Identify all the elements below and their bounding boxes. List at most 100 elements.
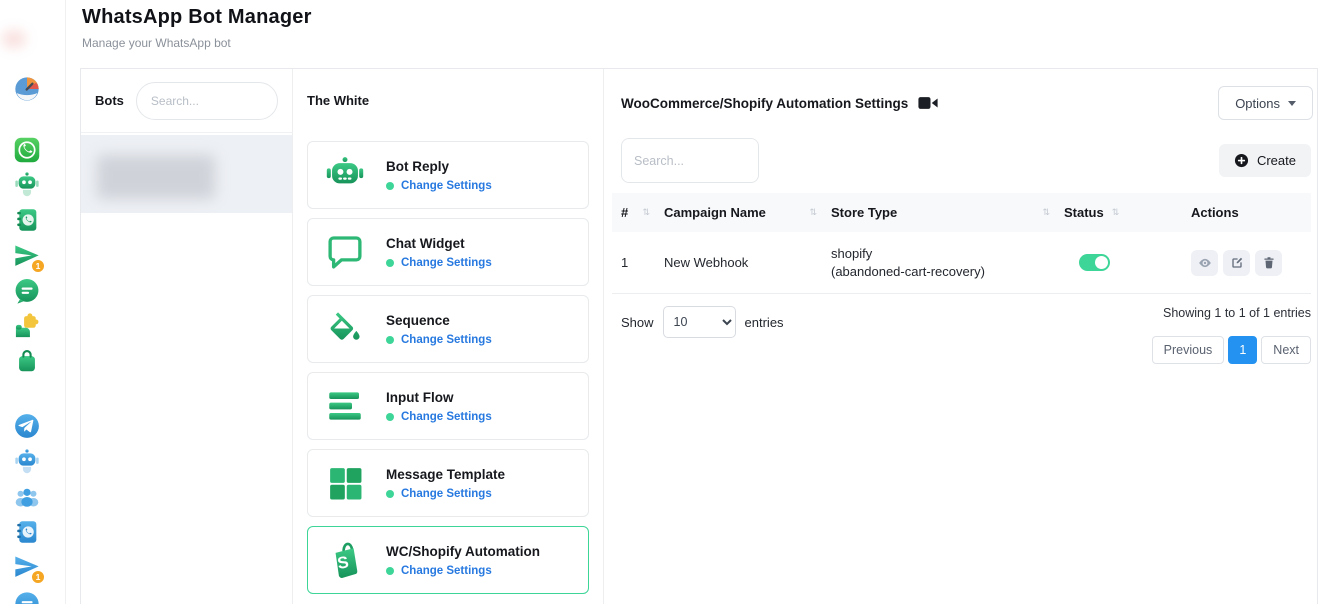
bots-label: Bots [95,93,124,108]
view-button[interactable] [1191,250,1218,276]
previous-page-button[interactable]: Previous [1152,336,1225,364]
whatsapp-icon[interactable] [13,136,41,164]
sort-icon[interactable]: ⇅ [1112,207,1120,218]
status-dot [386,413,394,421]
edit-button[interactable] [1223,250,1250,276]
change-settings-link[interactable]: Change Settings [401,488,492,500]
change-settings-link[interactable]: Change Settings [401,411,492,423]
status-dot [386,182,394,190]
eye-icon [1198,256,1212,270]
notification-badge: 1 [31,259,45,273]
bots-column: Bots [81,69,292,604]
status-dot [386,567,394,575]
table-row: 1 New Webhook shopify (abandoned-cart-re… [612,232,1311,294]
row-number: 1 [621,255,664,270]
results-summary: Showing 1 to 1 of 1 entries [1163,306,1311,320]
plus-circle-icon [1234,153,1249,168]
chevron-down-icon [1288,101,1296,106]
card-text: Message Template Change Settings [386,467,505,500]
bot-list-item-selected[interactable] [81,135,292,213]
column-header-num[interactable]: # ⇅ [621,205,664,220]
card-text: Input Flow Change Settings [386,390,492,423]
trash-icon [1262,256,1276,270]
page-size-control: Show 10 entries [621,306,784,338]
column-header-actions: Actions [1191,205,1311,220]
bots-search-input[interactable] [136,82,278,120]
column-header-campaign-name[interactable]: Campaign Name ⇅ [664,205,831,220]
app-icon-rail: 1 [0,0,66,604]
whatsapp-integrations-icon[interactable] [13,312,41,340]
telegram-icon[interactable] [13,412,41,440]
card-title: Chat Widget [386,236,492,251]
card-message-template[interactable]: Message Template Change Settings [307,449,589,517]
sort-icon[interactable]: ⇅ [1042,207,1050,218]
telegram-group-icon[interactable] [13,483,41,511]
automation-settings-column: WooCommerce/Shopify Automation Settings … [604,69,1319,604]
current-page-button[interactable]: 1 [1228,336,1257,364]
page-title: WhatsApp Bot Manager [82,6,312,29]
change-settings-link[interactable]: Change Settings [401,180,492,192]
options-label: Options [1235,96,1280,111]
card-wc-shopify-automation[interactable]: S WC/Shopify Automation Change Settings [307,526,589,594]
toggle-knob [1095,256,1108,269]
sequence-paint-bucket-icon [322,306,368,352]
video-tutorial-icon[interactable] [918,96,938,110]
telegram-bot-icon[interactable] [13,447,41,475]
store-type-cell: shopify (abandoned-cart-recovery) [831,245,1064,280]
edit-icon [1230,256,1244,270]
column-header-status[interactable]: Status ⇅ [1064,205,1191,220]
card-title: Input Flow [386,390,492,405]
show-label: Show [621,315,654,330]
whatsapp-broadcast-icon[interactable]: 1 [13,242,41,270]
chat-widget-bubble-icon [322,229,368,275]
status-toggle-on[interactable] [1079,254,1110,271]
pagination: Previous 1 Next [1152,336,1311,364]
card-title: Sequence [386,313,492,328]
telegram-broadcast-icon[interactable]: 1 [13,553,41,581]
dashboard-gauge-icon[interactable] [13,75,41,103]
delete-button[interactable] [1255,250,1282,276]
page-size-select[interactable]: 10 [663,306,736,338]
column-header-store-type[interactable]: Store Type ⇅ [831,205,1064,220]
card-input-flow[interactable]: Input Flow Change Settings [307,372,589,440]
whatsapp-chat-icon[interactable] [13,277,41,305]
card-text: Chat Widget Change Settings [386,236,492,269]
card-title: Bot Reply [386,159,492,174]
whatsapp-bot-icon[interactable] [13,170,41,198]
sort-icon[interactable]: ⇅ [642,207,650,218]
bot-reply-robot-icon [322,152,368,198]
bot-settings-column: The White Bot Reply [292,69,604,604]
partial-icon [2,30,26,48]
options-button[interactable]: Options [1218,86,1313,120]
entries-label: entries [745,315,784,330]
change-settings-link[interactable]: Change Settings [401,257,492,269]
card-bot-reply[interactable]: Bot Reply Change Settings [307,141,589,209]
automation-table: # ⇅ Campaign Name ⇅ Store Type ⇅ Status … [612,193,1311,294]
settings-card-list: Bot Reply Change Settings Chat Widget [307,141,589,594]
card-sequence[interactable]: Sequence Change Settings [307,295,589,363]
automation-search-input[interactable] [621,138,759,183]
card-text: Bot Reply Change Settings [386,159,492,192]
change-settings-link[interactable]: Change Settings [401,565,492,577]
bots-header: Bots [81,69,292,133]
telegram-contacts-icon[interactable] [13,518,41,546]
status-dot [386,490,394,498]
whatsapp-contacts-icon[interactable] [13,206,41,234]
telegram-chat-icon[interactable] [13,590,41,604]
next-page-button[interactable]: Next [1261,336,1311,364]
card-text: Sequence Change Settings [386,313,492,346]
card-chat-widget[interactable]: Chat Widget Change Settings [307,218,589,286]
bot-list-item-blurred-name [97,155,215,199]
status-cell [1064,254,1191,271]
page-header: WhatsApp Bot Manager Manage your WhatsAp… [82,6,312,50]
whatsapp-store-icon[interactable] [13,347,41,375]
sort-icon[interactable]: ⇅ [809,207,817,218]
bot-name-title: The White [307,93,589,108]
card-text: WC/Shopify Automation Change Settings [386,544,540,577]
create-button[interactable]: Create [1219,144,1311,177]
card-title: WC/Shopify Automation [386,544,540,559]
change-settings-link[interactable]: Change Settings [401,334,492,346]
message-template-grid-icon [322,460,368,506]
automation-title: WooCommerce/Shopify Automation Settings [621,96,908,111]
input-flow-bars-icon [322,383,368,429]
